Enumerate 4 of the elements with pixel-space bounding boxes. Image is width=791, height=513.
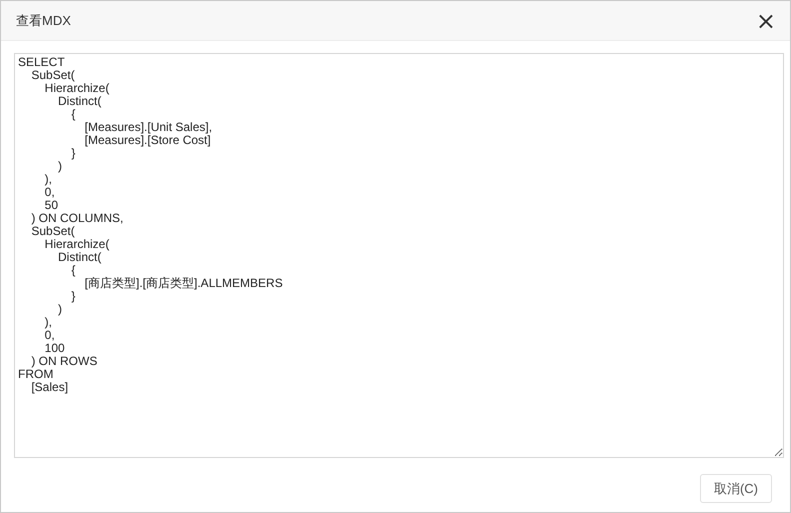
cancel-button[interactable]: 取消(C): [700, 474, 772, 503]
mdx-text-area[interactable]: SELECT SubSet( Hierarchize( Distinct( { [Measures].[Unit Sales], [Measures].[Store Cost] } ) ), 0, 50 ) ON COLUMNS, SubSet( Hierarchize( Distinct( { [商店类型].[商店类型].ALLMEMBERS } ) ), 0, 100 ) ON ROWS FROM [Sales]: [14, 53, 784, 458]
dialog-title: 查看MDX: [16, 12, 71, 30]
close-button[interactable]: ×: [752, 10, 780, 30]
